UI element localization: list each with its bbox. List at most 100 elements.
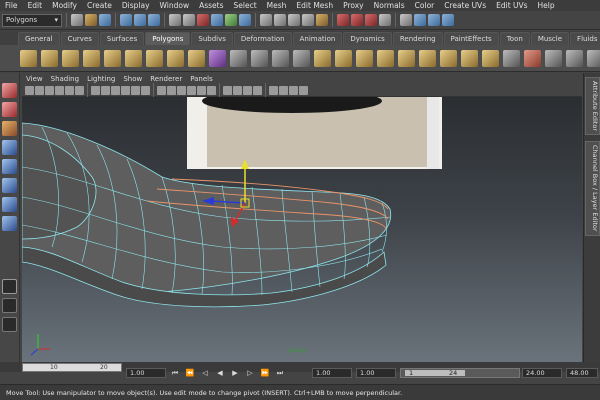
resolution-gate-icon[interactable]: [111, 85, 120, 95]
poly-sphere-icon[interactable]: [20, 49, 37, 67]
menu-create[interactable]: Create: [82, 1, 117, 10]
playback-start-field[interactable]: 1.00: [356, 368, 396, 378]
go-to-start-icon[interactable]: ⏮: [170, 368, 180, 378]
joint-icon[interactable]: [211, 14, 223, 26]
select-hierarchy-icon[interactable]: [120, 14, 132, 26]
menu-normals[interactable]: Normals: [369, 1, 410, 10]
smooth-icon[interactable]: [293, 49, 310, 67]
poly-cone-icon[interactable]: [83, 49, 100, 67]
manipulator-icon[interactable]: [2, 197, 17, 212]
menu-edit-mesh[interactable]: Edit Mesh: [291, 1, 338, 10]
xray-joints-icon[interactable]: [233, 85, 242, 95]
show-attribute-editor-icon[interactable]: [414, 14, 426, 26]
save-scene-icon[interactable]: [99, 14, 111, 26]
panel-menu-renderer[interactable]: Renderer: [146, 75, 186, 83]
menu-assets[interactable]: Assets: [194, 1, 228, 10]
panel-menu-lighting[interactable]: Lighting: [83, 75, 119, 83]
playback-end-field[interactable]: 24.00: [522, 368, 562, 378]
input-line-icon[interactable]: [400, 14, 412, 26]
poly-torus-icon[interactable]: [125, 49, 142, 67]
shadows-icon[interactable]: [207, 85, 216, 95]
wireframe-icon[interactable]: [157, 85, 166, 95]
platonic-solid-icon[interactable]: [209, 49, 226, 67]
shelf-tab-fluids[interactable]: Fluids: [570, 32, 600, 45]
step-back-frame-icon[interactable]: ◁: [200, 368, 210, 378]
channel-box-tab[interactable]: Channel Box / Layer Editor: [585, 141, 600, 236]
shelf-tab-dynamics[interactable]: Dynamics: [343, 32, 392, 45]
use-all-lights-icon[interactable]: [197, 85, 206, 95]
shelf-tab-animation[interactable]: Animation: [292, 32, 343, 45]
wedge-icon[interactable]: [482, 49, 499, 67]
range-slider[interactable]: 1 24: [400, 368, 520, 378]
poly-pipe-icon[interactable]: [188, 49, 205, 67]
bevel-icon[interactable]: [440, 49, 457, 67]
grid-icon[interactable]: [91, 85, 100, 95]
select-camera-icon[interactable]: [25, 85, 34, 95]
snap-grid-icon[interactable]: [260, 14, 272, 26]
step-forward-frame-icon[interactable]: ▷: [245, 368, 255, 378]
smooth-shade-icon[interactable]: [167, 85, 176, 95]
append-polygon-icon[interactable]: [356, 49, 373, 67]
separate-icon[interactable]: [251, 49, 268, 67]
extract-icon[interactable]: [272, 49, 289, 67]
menu-file[interactable]: File: [0, 1, 23, 10]
poly-plane-icon[interactable]: [104, 49, 121, 67]
menu-proxy[interactable]: Proxy: [338, 1, 369, 10]
select-tool-icon[interactable]: [2, 83, 17, 98]
time-ruler[interactable]: 10 20: [22, 363, 122, 372]
filter-icon[interactable]: [183, 14, 195, 26]
shelf-tab-rendering[interactable]: Rendering: [392, 32, 443, 45]
shelf-tab-subdivs[interactable]: Subdivs: [191, 32, 233, 45]
attribute-editor-tab[interactable]: Attribute Editor: [585, 77, 600, 136]
offset-edge-loop-icon[interactable]: [419, 49, 436, 67]
start-time-field[interactable]: 1.00: [312, 368, 352, 378]
menu-edit[interactable]: Edit: [23, 1, 48, 10]
two-d-pan-zoom-icon[interactable]: [65, 85, 74, 95]
ipr-render-icon[interactable]: [365, 14, 377, 26]
grease-pencil-icon[interactable]: [75, 85, 84, 95]
planar-mapping-icon[interactable]: [524, 49, 541, 67]
shelf-tab-toon[interactable]: Toon: [499, 32, 530, 45]
insert-edge-loop-icon[interactable]: [398, 49, 415, 67]
history-icon[interactable]: [337, 14, 349, 26]
persp-outliner-layout-icon[interactable]: [2, 317, 17, 332]
select-component-icon[interactable]: [148, 14, 160, 26]
step-back-key-icon[interactable]: ⏪: [185, 368, 195, 378]
mode-selector[interactable]: Polygons ▾: [2, 13, 62, 27]
menu-help[interactable]: Help: [533, 1, 560, 10]
panel-menu-show[interactable]: Show: [119, 75, 146, 83]
shelf-tab-deformation[interactable]: Deformation: [233, 32, 292, 45]
paint-select-tool-icon[interactable]: [2, 121, 17, 136]
mask-icon[interactable]: [169, 14, 181, 26]
panel-menu-shading[interactable]: Shading: [47, 75, 83, 83]
cylindrical-mapping-icon[interactable]: [545, 49, 562, 67]
xray-icon[interactable]: [223, 85, 232, 95]
surface-icon[interactable]: [239, 14, 251, 26]
curve-icon[interactable]: [225, 14, 237, 26]
perspective-viewport[interactable]: persp: [22, 97, 582, 362]
menu-window[interactable]: Window: [155, 1, 195, 10]
isolate-select-icon[interactable]: [243, 85, 252, 95]
menu-color[interactable]: Color: [410, 1, 440, 10]
menu-modify[interactable]: Modify: [47, 1, 82, 10]
merge-icon[interactable]: [461, 49, 478, 67]
scale-tool-icon[interactable]: [2, 178, 17, 193]
image-plane-icon[interactable]: [55, 85, 64, 95]
shelf-tab-painteffects[interactable]: PaintEffects: [443, 32, 499, 45]
show-channel-box-icon[interactable]: [442, 14, 454, 26]
live-surface-icon[interactable]: [316, 14, 328, 26]
textured-icon[interactable]: [187, 85, 196, 95]
poly-cube-icon[interactable]: [41, 49, 58, 67]
ambient-occlusion-icon[interactable]: [269, 85, 278, 95]
poly-pyramid-icon[interactable]: [167, 49, 184, 67]
bookmarks-icon[interactable]: [45, 85, 54, 95]
bridge-icon[interactable]: [335, 49, 352, 67]
play-backward-icon[interactable]: ◀: [215, 368, 225, 378]
wireframe-on-shaded-icon[interactable]: [177, 85, 186, 95]
play-forward-icon[interactable]: ▶: [230, 368, 240, 378]
film-gate-icon[interactable]: [101, 85, 110, 95]
poly-cylinder-icon[interactable]: [62, 49, 79, 67]
shelf-tab-polygons[interactable]: Polygons: [145, 32, 191, 45]
single-view-layout-icon[interactable]: [2, 279, 17, 294]
rotate-tool-icon[interactable]: [2, 159, 17, 174]
